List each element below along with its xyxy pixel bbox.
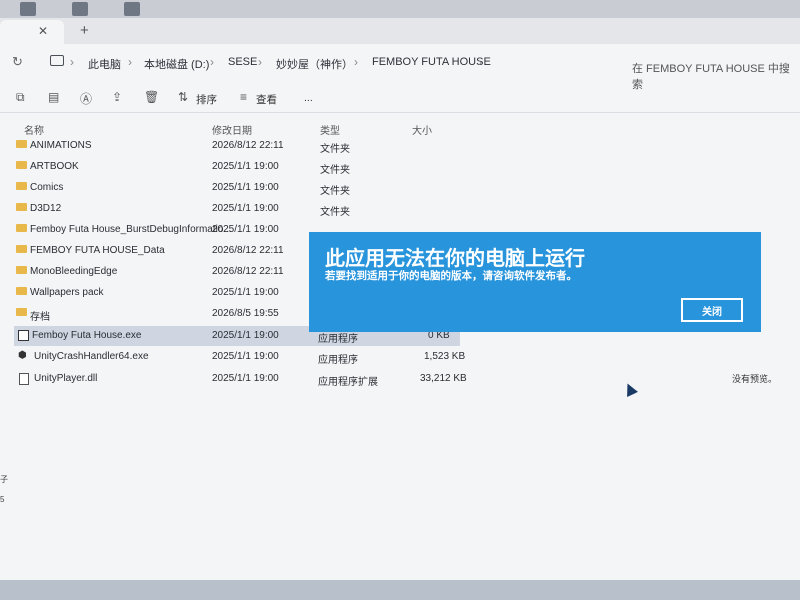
file-type: 文件夹 [320,186,350,197]
taskbar-app-icon[interactable] [72,2,88,16]
file-name: Femboy Futa House.exe [32,330,142,341]
file-name: UnityCrashHandler64.exe [34,351,149,362]
search-input[interactable]: 在 FEMBOY FUTA HOUSE 中搜索 [622,54,800,91]
chevron-right-icon: › [210,55,214,69]
dll-icon [19,373,29,385]
file-type: 文件夹 [320,165,350,176]
breadcrumb-item[interactable]: 本地磁盘 (D:) [144,56,209,72]
file-name: ARTBOOK [30,161,79,172]
chevron-right-icon: › [258,55,262,69]
nav-pane-label: 子 [0,475,8,484]
file-date: 2025/1/1 19:00 [212,203,279,214]
file-date: 2026/8/5 19:55 [212,308,279,319]
command-bar: ⧉ ▤ Ⓐ ⇪ 🗑 ⇅ 排序 ≡ 查看 ... [0,82,800,113]
file-name: FEMBOY FUTA HOUSE_Data [30,245,165,256]
new-tab-icon[interactable]: + [80,22,89,39]
preview-pane-text: 没有预览。 [732,374,778,384]
file-row[interactable]: UnityPlayer.dll 2025/1/1 19:00 应用程序扩展 33… [14,369,467,389]
tab-bar: ✕ + [0,18,800,44]
dialog-message: 若要找到适用于你的电脑的版本，请咨询软件发布者。 [325,270,577,282]
refresh-icon[interactable]: ↻ [12,54,23,70]
dialog-title: 此应用无法在你的电脑上运行 [325,248,585,270]
file-name: D3D12 [30,203,62,214]
file-size: 33,212 KB [420,373,467,384]
column-name[interactable]: 名称 [24,122,44,137]
folder-icon [16,203,27,211]
unity-icon: ⬢ [18,350,27,361]
column-header: 名称 修改日期 类型 大小 [0,118,800,138]
exe-icon [18,330,29,341]
sort-icon[interactable]: ⇅ [178,90,188,104]
explorer-tab[interactable]: ✕ [0,20,64,44]
file-name: UnityPlayer.dll [34,373,98,384]
incompatible-app-dialog: 此应用无法在你的电脑上运行 若要找到适用于你的电脑的版本，请咨询软件发布者。 关… [309,232,761,332]
file-date: 2026/8/12 22:11 [212,266,284,277]
file-type: 应用程序 [318,355,358,366]
file-date: 2026/8/12 22:11 [212,245,284,256]
column-size[interactable]: 大小 [412,122,432,137]
file-name: 存档 [30,312,50,323]
view-button[interactable]: 查看 [256,92,277,107]
chevron-right-icon: › [70,55,74,69]
folder-icon [16,308,27,316]
file-type: 应用程序 [318,334,358,345]
breadcrumb-item[interactable]: 此电脑 [88,56,121,72]
breadcrumb-item[interactable]: FEMBOY FUTA HOUSE [372,56,491,68]
folder-icon [16,140,27,148]
file-name: Femboy Futa House_BurstDebugInformatio..… [30,224,232,235]
file-size: 1,523 KB [424,351,466,362]
close-icon[interactable]: ✕ [38,24,48,38]
file-row[interactable]: Comics 2025/1/1 19:00 文件夹 [14,178,464,198]
taskbar [0,580,800,600]
file-date: 2025/1/1 19:00 [212,182,279,193]
rename-icon[interactable]: Ⓐ [80,90,92,107]
file-name: Wallpapers pack [30,287,104,298]
file-type: 文件夹 [320,207,350,218]
view-icon[interactable]: ≡ [240,90,247,104]
share-icon[interactable]: ⇪ [112,90,122,104]
folder-icon [16,224,27,232]
file-name: Comics [30,182,64,193]
file-date: 2026/8/12 22:11 [212,140,284,151]
folder-icon [16,161,27,169]
folder-icon [16,245,27,253]
delete-icon[interactable]: 🗑 [144,90,159,104]
file-type: 文件夹 [320,144,350,155]
file-date: 2025/1/1 19:00 [212,161,279,172]
paste-icon[interactable]: ▤ [48,90,59,104]
close-button[interactable]: 关闭 [681,298,743,322]
file-row[interactable]: ANIMATIONS 2026/8/12 22:11 文件夹 [14,136,464,156]
file-name: MonoBleedingEdge [30,266,118,277]
file-type: 应用程序扩展 [318,377,378,388]
file-name: ANIMATIONS [30,140,92,151]
chevron-right-icon: › [478,55,482,69]
column-type[interactable]: 类型 [320,122,340,137]
taskbar-app-icon[interactable] [20,2,36,16]
file-row[interactable]: ARTBOOK 2025/1/1 19:00 文件夹 [14,157,464,177]
column-date[interactable]: 修改日期 [212,122,252,137]
file-row[interactable]: ⬢ UnityCrashHandler64.exe 2025/1/1 19:00… [14,347,466,367]
nav-pane-label: 5 [0,495,5,504]
file-date: 2025/1/1 19:00 [212,287,279,298]
breadcrumb-item[interactable]: SESE [228,56,257,68]
folder-icon [16,287,27,295]
chevron-right-icon: › [354,55,358,69]
computer-icon [50,55,64,66]
breadcrumb-item[interactable]: 妙妙屋（神作） [276,56,353,72]
copy-icon[interactable]: ⧉ [16,90,25,105]
chevron-right-icon: › [128,55,132,69]
file-date: 2025/1/1 19:00 [212,373,279,384]
file-date: 2025/1/1 19:00 [212,330,279,341]
sort-button[interactable]: 排序 [196,92,217,107]
folder-icon [16,182,27,190]
file-row[interactable]: D3D12 2025/1/1 19:00 文件夹 [14,199,464,219]
file-date: 2025/1/1 19:00 [212,224,279,235]
file-date: 2025/1/1 19:00 [212,351,279,362]
more-options-button[interactable]: ... [304,92,313,104]
taskbar-app-icon[interactable] [124,2,140,16]
folder-icon [16,266,27,274]
